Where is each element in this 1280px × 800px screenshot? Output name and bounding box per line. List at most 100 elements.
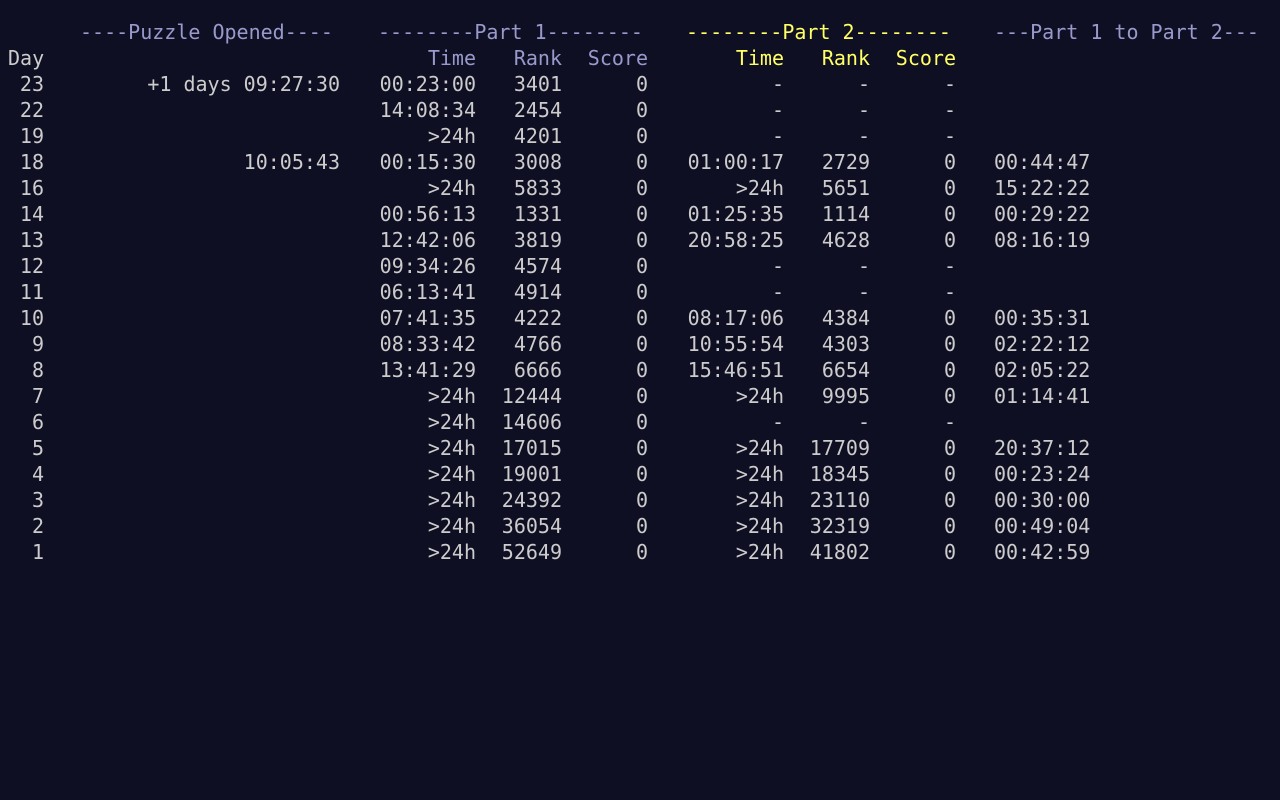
table-row: 9 08:33:42 4766 0 10:55:54 4303 0 02:22:12 [0, 331, 1280, 357]
part2-rank-cell: 5651 [821, 176, 870, 200]
part1-rank-cell: 24392 [501, 488, 562, 512]
table-row: 18 10:05:43 00:15:30 3008 0 01:00:17 2729 0 00:4… [0, 149, 1280, 175]
puzzle-opened-cell [80, 97, 340, 123]
part1-time-cell: >24h [427, 384, 476, 408]
column-header-day: Day [8, 46, 45, 70]
table-row: 19 >24h 4201 0 - - - [0, 123, 1280, 149]
part1-rank-cell: 3008 [513, 150, 562, 174]
part1-to-part2-cell [994, 123, 1104, 149]
personal-stats-screen: ----Puzzle Opened---- --------Part 1----… [0, 0, 1280, 800]
part2-rank-cell: 4303 [821, 332, 870, 356]
part2-rank-cell: 9995 [821, 384, 870, 408]
puzzle-opened-cell [80, 409, 340, 435]
part1-score-cell: 0 [635, 514, 648, 538]
part2-rank-cell: 41802 [809, 540, 870, 564]
part1-time-cell: >24h [427, 488, 476, 512]
part2-score-cell: 0 [943, 488, 956, 512]
part1-rank-cell: 12444 [501, 384, 562, 408]
day-cell: 2 [31, 514, 44, 538]
table-row: 7 >24h 12444 0 >24h 9995 0 01:14:41 [0, 383, 1280, 409]
part1-rank-cell: 5833 [513, 176, 562, 200]
part1-to-part2-cell: 00:35:31 [994, 306, 1091, 330]
part2-time-cell: - [771, 280, 784, 304]
day-cell: 8 [31, 358, 44, 382]
part2-rank-cell: 18345 [809, 462, 870, 486]
column-header-part2-time: Time [735, 46, 784, 70]
part1-time-cell: 06:13:41 [379, 280, 476, 304]
stats-table-body: 23 +1 days 09:27:30 00:23:00 3401 0- - -22 14:0… [0, 71, 1280, 565]
part1-rank-cell: 2454 [513, 98, 562, 122]
group-header-part-1: --------Part 1-------- [378, 20, 643, 44]
part1-to-part2-cell: 15:22:22 [994, 176, 1091, 200]
day-cell: 9 [31, 332, 44, 356]
part1-to-part2-cell [994, 253, 1104, 279]
part1-to-part2-cell: 20:37:12 [994, 436, 1091, 460]
part1-time-cell: >24h [427, 436, 476, 460]
part2-rank-cell: 32319 [809, 514, 870, 538]
part1-rank-cell: 4914 [513, 280, 562, 304]
day-cell: 12 [19, 254, 44, 278]
part1-score-cell: 0 [635, 254, 648, 278]
column-header-part1-time: Time [427, 46, 476, 70]
table-row: 5 >24h 17015 0 >24h 17709 0 20:37:12 [0, 435, 1280, 461]
part2-time-cell: - [771, 98, 784, 122]
table-row: 11 06:13:41 4914 0 - - - [0, 279, 1280, 305]
part1-rank-cell: 3401 [513, 72, 562, 96]
part1-to-part2-cell [994, 279, 1104, 305]
part1-to-part2-cell: 08:16:19 [994, 228, 1091, 252]
day-cell: 6 [31, 410, 44, 434]
part1-time-cell: >24h [427, 124, 476, 148]
column-header-part1-score: Score [587, 46, 648, 70]
day-cell: 19 [19, 124, 44, 148]
puzzle-opened-cell [80, 487, 340, 513]
day-cell: 4 [31, 462, 44, 486]
part2-score-cell: 0 [943, 228, 956, 252]
day-cell: 7 [31, 384, 44, 408]
table-row: 2 >24h 36054 0 >24h 32319 0 00:49:04 [0, 513, 1280, 539]
part2-time-cell: 15:46:51 [687, 358, 784, 382]
part2-rank-cell: 17709 [809, 436, 870, 460]
puzzle-opened-cell: 10:05:43 [243, 150, 340, 174]
part1-time-cell: 00:56:13 [379, 202, 476, 226]
part2-score-cell: - [943, 124, 956, 148]
puzzle-opened-cell [80, 201, 340, 227]
part1-rank-cell: 17015 [501, 436, 562, 460]
part2-score-cell: 0 [943, 176, 956, 200]
table-row: 12 09:34:26 4574 0 - - - [0, 253, 1280, 279]
day-cell: 11 [19, 280, 44, 304]
part2-time-cell: 01:25:35 [687, 202, 784, 226]
column-header-part2-rank: Rank [821, 46, 870, 70]
part1-to-part2-cell [994, 409, 1104, 435]
day-cell: 3 [31, 488, 44, 512]
part2-score-cell: 0 [943, 202, 956, 226]
part2-time-cell: >24h [735, 540, 784, 564]
part1-time-cell: >24h [427, 410, 476, 434]
part1-rank-cell: 14606 [501, 410, 562, 434]
part1-to-part2-cell: 00:44:47 [994, 150, 1091, 174]
puzzle-opened-cell [80, 383, 340, 409]
puzzle-opened-cell [80, 513, 340, 539]
table-row: 23 +1 days 09:27:30 00:23:00 3401 0 - - - [0, 71, 1280, 97]
part1-rank-cell: 4201 [513, 124, 562, 148]
part2-score-cell: 0 [943, 150, 956, 174]
day-cell: 18 [19, 150, 44, 174]
part2-rank-cell: 1114 [821, 202, 870, 226]
part1-time-cell: >24h [427, 514, 476, 538]
part1-rank-cell: 52649 [501, 540, 562, 564]
part2-time-cell: 08:17:06 [687, 306, 784, 330]
part1-time-cell: >24h [427, 462, 476, 486]
part2-score-cell: 0 [943, 436, 956, 460]
part2-rank-cell: - [857, 410, 870, 434]
part2-time-cell: - [771, 254, 784, 278]
day-cell: 10 [19, 306, 44, 330]
day-cell: 5 [31, 436, 44, 460]
part1-time-cell: 07:41:35 [379, 306, 476, 330]
part2-time-cell: 20:58:25 [687, 228, 784, 252]
part1-to-part2-cell: 00:49:04 [994, 514, 1091, 538]
puzzle-opened-cell [80, 435, 340, 461]
part1-score-cell: 0 [635, 176, 648, 200]
part2-rank-cell: 4628 [821, 228, 870, 252]
table-row: 16 >24h 5833 0 >24h 5651 0 15:22:22 [0, 175, 1280, 201]
part2-rank-cell: 23110 [809, 488, 870, 512]
table-row: 1 >24h 52649 0 >24h 41802 0 00:42:59 [0, 539, 1280, 565]
